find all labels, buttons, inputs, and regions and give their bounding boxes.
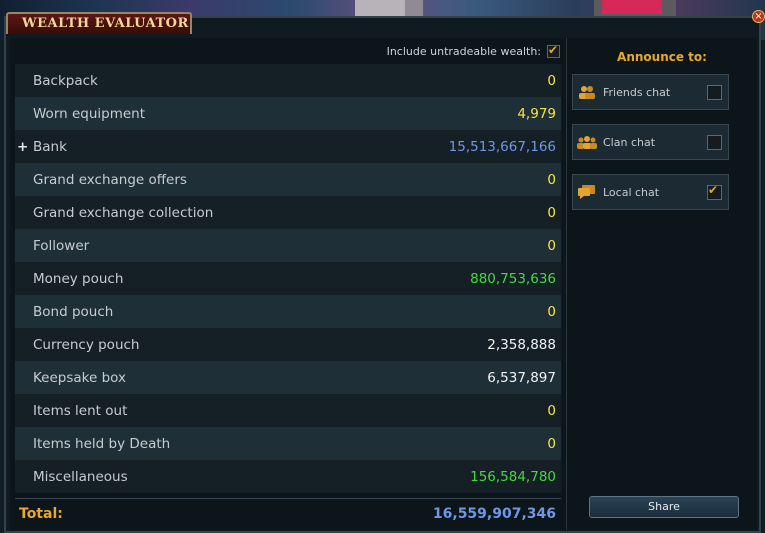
- row-value: 880,753,636: [470, 270, 556, 287]
- wealth-row-grand-exchange-offers: Grand exchange offers 0: [15, 163, 561, 196]
- wealth-rows: Backpack 0 Worn equipment 4,979 + Bank 15,513,…: [15, 64, 561, 493]
- announce-friends-chat[interactable]: Friends chat: [572, 74, 729, 110]
- row-label: Currency pouch: [33, 336, 140, 353]
- row-label-wrap: Items held by Death: [33, 436, 170, 452]
- total-value: 16,559,907,346: [432, 506, 556, 522]
- row-value: 0: [547, 237, 556, 254]
- local-chat-icon: [577, 183, 597, 201]
- clan-icon: [577, 133, 597, 151]
- row-label: Bank: [33, 138, 67, 155]
- row-value: 2,358,888: [487, 336, 556, 353]
- close-button[interactable]: ×: [752, 10, 765, 23]
- row-value: 0: [547, 204, 556, 221]
- row-label-wrap: + Bank: [17, 138, 67, 155]
- row-value: 0: [547, 435, 556, 452]
- row-value: 0: [547, 72, 556, 89]
- row-label: Money pouch: [33, 270, 124, 287]
- expand-plus-icon[interactable]: +: [17, 139, 28, 155]
- clan-chat-label: Clan chat: [603, 135, 656, 149]
- row-label-wrap: Backpack: [33, 73, 98, 89]
- row-value: 4,979: [517, 105, 556, 122]
- row-value: 0: [547, 303, 556, 320]
- row-label-wrap: Worn equipment: [33, 106, 145, 122]
- wealth-row-bank[interactable]: + Bank 15,513,667,166: [15, 130, 561, 163]
- wealth-row-currency-pouch: Currency pouch 2,358,888: [15, 328, 561, 361]
- announce-local-chat[interactable]: Local chat: [572, 174, 729, 210]
- friends-chat-label: Friends chat: [603, 85, 671, 99]
- row-value: 156,584,780: [470, 468, 556, 485]
- row-value: 15,513,667,166: [448, 138, 556, 155]
- wealth-row-follower: Follower 0: [15, 229, 561, 262]
- wealth-row-worn-equipment: Worn equipment 4,979: [15, 97, 561, 130]
- row-label-wrap: Keepsake box: [33, 370, 126, 386]
- clan-chat-checkbox[interactable]: [707, 134, 722, 150]
- row-label: Grand exchange collection: [33, 204, 214, 221]
- row-value: 0: [547, 402, 556, 419]
- row-label-wrap: Money pouch: [33, 271, 123, 287]
- row-label: Follower: [33, 237, 90, 254]
- row-label-wrap: Items lent out: [33, 403, 127, 419]
- share-button[interactable]: Share: [589, 496, 739, 518]
- total-divider: [15, 498, 561, 499]
- wealth-row-bond-pouch: Bond pouch 0: [15, 295, 561, 328]
- wealth-row-items-held-by-death: Items held by Death 0: [15, 427, 561, 460]
- wealth-breakdown-panel: Include untradeable wealth: Backpack 0 Wor…: [10, 38, 567, 530]
- row-label-wrap: Currency pouch: [33, 337, 139, 353]
- row-label-wrap: Miscellaneous: [33, 469, 128, 485]
- row-label-wrap: Bond pouch: [33, 304, 113, 320]
- announce-panel: Announce to: Friends chat Clan chat Loca…: [567, 38, 757, 530]
- untradeable-checkbox[interactable]: [547, 43, 560, 58]
- total-label: Total:: [19, 506, 63, 522]
- row-label-wrap: Grand exchange offers: [33, 172, 187, 188]
- row-label-wrap: Grand exchange collection: [33, 205, 213, 221]
- wealth-row-items-lent-out: Items lent out 0: [15, 394, 561, 427]
- window-title: WEALTH EVALUATOR: [22, 16, 189, 31]
- wealth-row-grand-exchange-collection: Grand exchange collection 0: [15, 196, 561, 229]
- total-row: Total: 16,559,907,346: [15, 502, 561, 526]
- row-label: Items held by Death: [33, 435, 171, 452]
- friends-icon: [577, 83, 597, 101]
- local-chat-label: Local chat: [603, 185, 660, 199]
- local-chat-checkbox[interactable]: [707, 183, 722, 200]
- announce-title: Announce to:: [617, 50, 707, 64]
- row-label: Bond pouch: [33, 303, 114, 320]
- close-icon: ×: [754, 11, 763, 22]
- row-label: Worn equipment: [33, 105, 146, 122]
- wealth-row-keepsake-box: Keepsake box 6,537,897: [15, 361, 561, 394]
- untradeable-toggle[interactable]: Include untradeable wealth:: [387, 42, 560, 60]
- friends-chat-checkbox[interactable]: [707, 84, 722, 100]
- row-value: 0: [547, 171, 556, 188]
- wealth-row-backpack: Backpack 0: [15, 64, 561, 97]
- row-value: 6,537,897: [487, 369, 556, 386]
- wealth-row-miscellaneous: Miscellaneous 156,584,780: [15, 460, 561, 493]
- row-label: Items lent out: [33, 402, 128, 419]
- row-label-wrap: Follower: [33, 238, 89, 254]
- wealth-row-money-pouch: Money pouch 880,753,636: [15, 262, 561, 295]
- window-title-tab: WEALTH EVALUATOR: [6, 12, 192, 34]
- row-label: Miscellaneous: [33, 468, 128, 485]
- row-label: Grand exchange offers: [33, 171, 187, 188]
- untradeable-label: Include untradeable wealth:: [386, 44, 541, 58]
- row-label: Backpack: [33, 72, 98, 89]
- row-label: Keepsake box: [33, 369, 127, 386]
- announce-clan-chat[interactable]: Clan chat: [572, 124, 729, 160]
